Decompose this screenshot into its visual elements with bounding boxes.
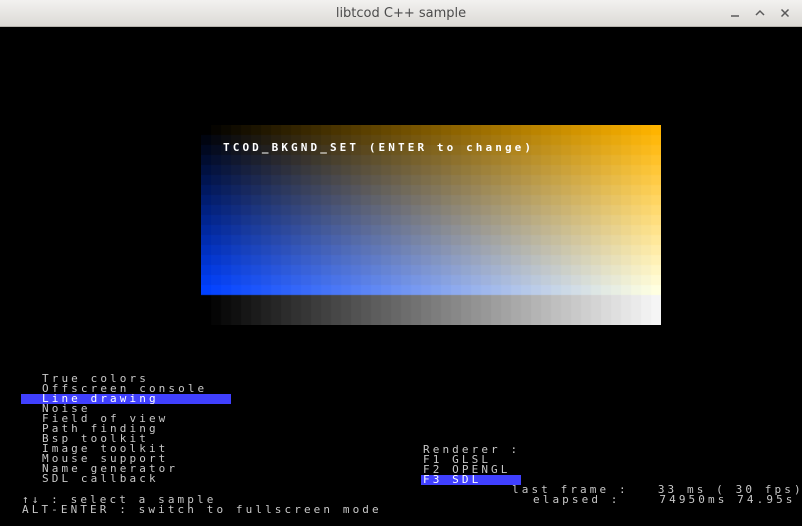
maximize-icon[interactable] (753, 6, 767, 20)
window-title: libtcod C++ sample (335, 6, 467, 21)
sample-menu[interactable]: True colors Offscreen console Line drawing… (21, 373, 231, 484)
minimize-icon[interactable] (728, 6, 742, 20)
elapsed-stat: elapsed : 74950ms 74.95s (533, 493, 796, 506)
close-icon[interactable] (778, 6, 792, 20)
menu-item-sdl-callback[interactable]: SDL callback (21, 473, 231, 484)
title-bar[interactable]: libtcod C++ sample (0, 0, 802, 27)
blend-mode-label: TCOD_BKGND_SET (ENTER to change) (223, 141, 535, 154)
background-gradient (201, 125, 661, 325)
sample-area: TCOD_BKGND_SET (ENTER to change) (201, 125, 661, 325)
fullscreen-help: ALT-ENTER : switch to fullscreen mode (22, 503, 382, 516)
renderer-panel[interactable]: Renderer : F1 GLSL F2 OPENGL F3 SDL (421, 444, 521, 485)
console[interactable]: TCOD_BKGND_SET (ENTER to change) True co… (1, 27, 801, 526)
renderer-option-sdl[interactable]: F3 SDL (421, 474, 521, 485)
